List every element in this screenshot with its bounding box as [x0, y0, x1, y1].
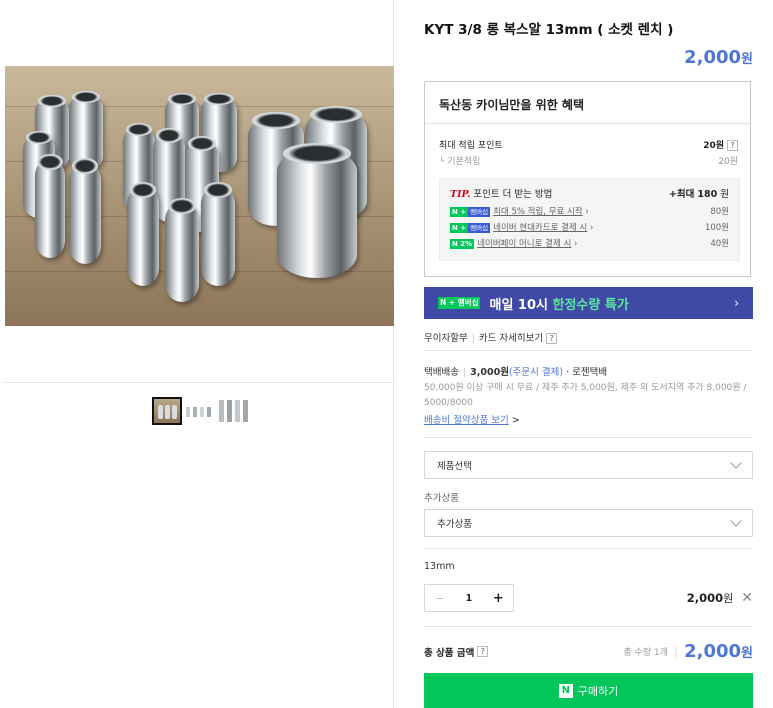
quantity-input[interactable]: 1: [454, 593, 483, 604]
product-select[interactable]: 제품선택: [424, 451, 753, 479]
saving-link-text[interactable]: 배송비 절약상품 보기: [424, 415, 509, 426]
total-amount: 2,000원: [684, 641, 753, 662]
main-product-image[interactable]: [5, 66, 394, 326]
tip-box: TIP. 포인트 더 받는 방법 +최대 180 원 N + 멤버십 최대 5% 적립…: [439, 178, 740, 261]
tip-value: 100원: [704, 223, 729, 233]
chevron-right-icon: ›: [734, 296, 739, 310]
thumbnail-2[interactable]: [184, 407, 214, 417]
tip-value: 80원: [710, 207, 729, 217]
remove-option-icon[interactable]: ✕: [741, 590, 753, 606]
banner-text: 매일 10시: [489, 297, 548, 313]
naver-pay-2pct-icon: N 2%: [450, 238, 475, 249]
help-icon[interactable]: ?: [477, 646, 489, 657]
help-icon[interactable]: ?: [727, 140, 738, 151]
thumbnail-strip: [4, 382, 394, 425]
tip-item-membership[interactable]: N + 멤버십 최대 5% 적립, 무료 시작 › 80원: [450, 205, 729, 217]
chevron-down-icon: [730, 515, 742, 527]
membership-badge: 멤버십: [468, 222, 491, 233]
tip-item-card[interactable]: N + 멤버십 네이버 현대카드로 결제 시 › 100원: [450, 221, 729, 233]
benefit-title: 독산동 카이님만을 위한 혜택: [439, 98, 585, 112]
chevron-right-icon: ›: [589, 223, 594, 233]
price-number: 2,000: [684, 47, 742, 68]
shipping-fee-note: (주문시 결제): [508, 367, 564, 378]
help-icon[interactable]: ?: [546, 333, 558, 344]
total-label: 총 상품 금액: [424, 647, 475, 659]
membership-deal-banner[interactable]: N + 멤버십 매일 10시 한정수량 특가 ›: [424, 287, 753, 319]
total-amount-number: 2,000: [684, 641, 742, 662]
tip-item-npay-money[interactable]: N 2% 네이버페이 머니로 결제 시 › 40원: [450, 237, 729, 249]
quantity-stepper: − 1 +: [424, 584, 514, 612]
max-points-row: 최대 적립 포인트 20원?: [439, 138, 738, 151]
product-select-value: 제품선택: [437, 461, 472, 472]
base-points-value: 20원: [718, 157, 738, 167]
chevron-right-icon: >: [511, 415, 520, 426]
naver-plus-icon: N +: [450, 206, 469, 217]
tip-link-npay-money[interactable]: 네이버페이 머니로 결제 시: [477, 239, 571, 249]
tip-max-prefix: +최대: [668, 189, 695, 200]
card-detail-link[interactable]: 카드 자세히보기: [479, 333, 543, 344]
product-gallery: [4, 0, 394, 708]
selected-option-name: 13mm: [424, 561, 455, 572]
naver-membership-icon: N + 멤버십: [438, 297, 481, 309]
total-row: 총 상품 금액? 총 수량 1개 | 2,000원: [424, 641, 753, 662]
tip-value: 40원: [710, 239, 729, 249]
card-info-row: 무이자할부 | 카드 자세히보기?: [424, 330, 558, 344]
tip-prefix: TIP.: [450, 189, 471, 200]
thumbnail-1[interactable]: [152, 397, 182, 425]
total-count: 총 수량 1개: [623, 648, 669, 658]
membership-badge: 멤버십: [468, 206, 491, 217]
product-title: KYT 3/8 롱 복스알 13mm ( 소켓 렌치 ): [424, 22, 674, 38]
addon-label: 추가상품: [424, 493, 459, 504]
chevron-down-icon: [730, 457, 742, 469]
option-price-number: 2,000: [686, 591, 724, 605]
tip-link-membership[interactable]: 최대 5% 적립, 무료 시작: [493, 207, 583, 217]
shipping-info: 택배배송 | 3,000원(주문시 결제) · 로젠택배: [424, 367, 608, 378]
naver-logo-icon: N: [558, 683, 573, 698]
buy-button-label: 구매하기: [577, 684, 619, 698]
option-price-unit: 원: [723, 592, 734, 605]
naver-plus-icon: N +: [450, 222, 469, 233]
benefit-box: 독산동 카이님만을 위한 혜택 최대 적립 포인트 20원? └ 기본적립 20…: [424, 81, 751, 277]
max-points-value: 20원: [703, 141, 724, 151]
shipping-saving-link[interactable]: 배송비 절약상품 보기 >: [424, 412, 520, 426]
chevron-right-icon: ›: [574, 239, 578, 249]
base-points-label: └ 기본적립: [439, 157, 481, 167]
shipping-note: 50,000원 이상 구매 시 무료 / 제주 추가 5,000원, 제주 외 …: [424, 383, 747, 408]
chevron-right-icon: ›: [585, 207, 589, 217]
tip-max-value: 180: [697, 189, 718, 200]
max-points-label: 최대 적립 포인트: [439, 141, 503, 151]
buy-button[interactable]: N 구매하기: [424, 673, 753, 708]
increase-button[interactable]: +: [484, 591, 513, 606]
shipping-carrier: · 로젠택배: [566, 367, 608, 378]
tip-link-card[interactable]: 네이버 현대카드로 결제 시: [493, 223, 587, 233]
base-points-row: └ 기본적립 20원: [439, 154, 738, 167]
price-unit: 원: [741, 52, 753, 67]
addon-select-value: 추가상품: [437, 519, 472, 530]
selected-option-price: 2,000 원 ✕: [687, 590, 753, 606]
tip-title: 포인트 더 받는 방법: [473, 189, 553, 200]
shipping-label: 택배배송: [424, 367, 459, 378]
product-price: 2,000원: [684, 47, 753, 68]
addon-select[interactable]: 추가상품: [424, 509, 753, 537]
decrease-button[interactable]: −: [425, 592, 454, 605]
shipping-fee: 3,000원: [470, 367, 509, 378]
total-amount-unit: 원: [741, 646, 753, 661]
divider: |: [674, 644, 679, 659]
thumbnail-3[interactable]: [216, 400, 250, 422]
tip-max-unit: 원: [720, 189, 729, 200]
banner-highlight: 한정수량 특가: [552, 297, 629, 313]
installment-label: 무이자할부: [424, 333, 468, 344]
